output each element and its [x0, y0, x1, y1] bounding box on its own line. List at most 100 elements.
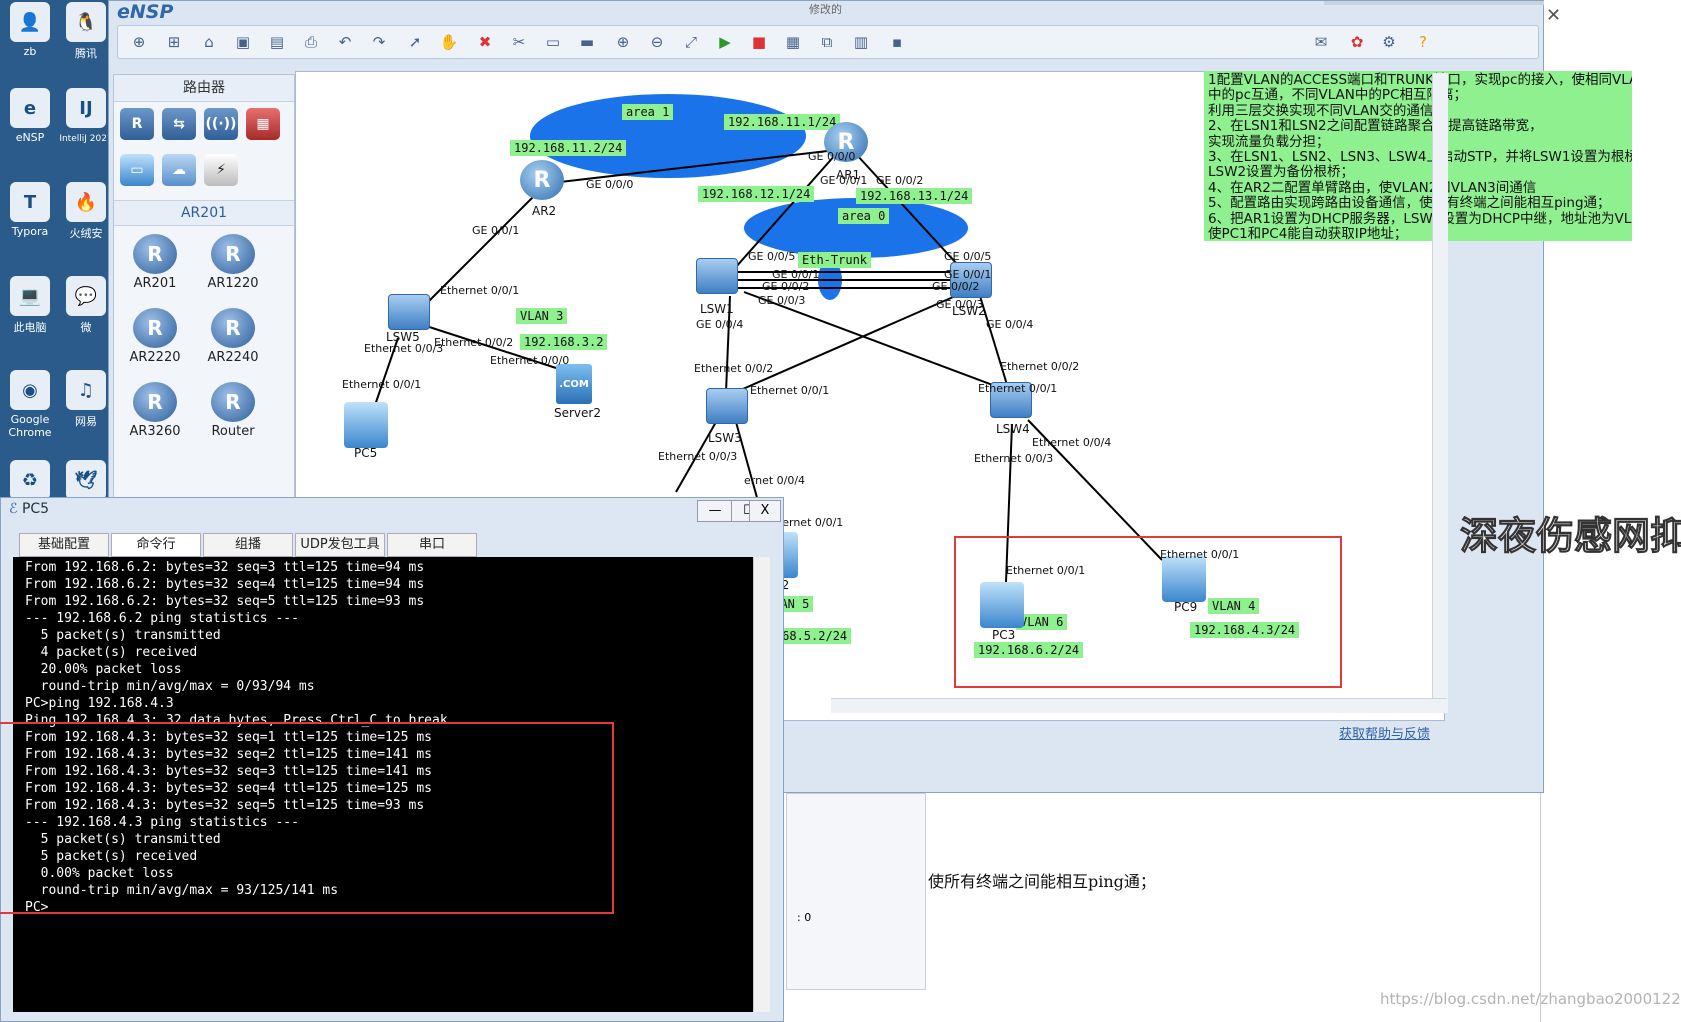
settings-icon[interactable]: ⚙	[1378, 31, 1400, 53]
intellij-icon: IJ	[66, 88, 106, 128]
router-category-icon[interactable]: R	[120, 108, 154, 140]
recycle-bin-icon: ♻	[10, 460, 50, 500]
device-router[interactable]: R Router	[198, 382, 268, 439]
cable-category-icon[interactable]: ⚡	[204, 154, 238, 186]
start-icon[interactable]: ▶	[714, 31, 736, 53]
port-label: GE 0/0/5	[944, 250, 992, 263]
area1-label: area 1	[622, 104, 674, 120]
device-ar3260[interactable]: R AR3260	[120, 382, 190, 439]
lsw5-switch-icon[interactable]	[388, 294, 430, 330]
terminal-line: From 192.168.6.2: bytes=32 seq=3 ttl=125…	[25, 560, 425, 575]
category-icons: R ⇆ ((·)) ▦ ▭ ☁ ⚡	[114, 102, 294, 200]
ar2-router-icon[interactable]: R	[520, 160, 564, 200]
area0-label: area 0	[838, 208, 890, 224]
help-icon[interactable]: ?	[1412, 31, 1434, 53]
ar2-ip-label: 192.168.11.2/24	[510, 140, 627, 156]
palette-icon[interactable]: ▬	[576, 31, 598, 53]
redo-icon[interactable]: ↷	[368, 31, 390, 53]
switch-category-icon[interactable]: ⇆	[162, 108, 196, 140]
port-label: Ethernet 0/0/0	[490, 354, 570, 367]
highlight-box	[954, 536, 1342, 688]
port-label: Ethernet 0/0/3	[364, 342, 444, 355]
save-as-icon[interactable]: ▤	[266, 31, 288, 53]
pc-category-icon[interactable]: ▭	[120, 154, 154, 186]
bird-icon: 🕊	[66, 460, 106, 500]
new-example-icon[interactable]: ⊞	[163, 31, 185, 53]
desktop-icon-tencent[interactable]: 🐧 腾讯	[58, 2, 114, 61]
document-text: 使所有终端之间能相互ping通；	[928, 872, 1156, 891]
minimize-button[interactable]: —	[697, 500, 733, 522]
zoom-in-icon[interactable]: ⊕	[612, 31, 634, 53]
desktop-icon-zb[interactable]: 👤 zb	[2, 2, 58, 58]
penguin-icon: 🐧	[66, 2, 106, 42]
ping-highlight-box	[0, 722, 614, 914]
canvas-vertical-scrollbar[interactable]	[1432, 73, 1448, 713]
desktop-icon-typora[interactable]: T Typora	[2, 182, 58, 238]
message-icon[interactable]: ✉	[1310, 31, 1332, 53]
desktop-icon-ensp[interactable]: e eNSP	[2, 88, 58, 144]
lsw1-switch-icon[interactable]	[696, 258, 738, 294]
desktop-icon-chrome[interactable]: ◉ Google Chrome	[2, 370, 58, 439]
requirements-note: 1配置VLAN的ACCESS端口和TRUNK端口，实现pc的接入，使相同VLAN…	[1204, 71, 1632, 241]
terminal-line: From 192.168.6.2: bytes=32 seq=5 ttl=125…	[25, 594, 425, 609]
tab-udp-tool[interactable]: UDP发包工具	[295, 533, 385, 557]
firewall-category-icon[interactable]: ▦	[246, 108, 280, 140]
terminal-line: PC>ping 192.168.4.3	[25, 696, 174, 711]
wireless-category-icon[interactable]: ((·))	[204, 108, 238, 140]
window-controls	[1324, 1, 1544, 5]
hand-icon[interactable]: ✋	[438, 31, 460, 53]
capture-icon[interactable]: ▦	[782, 31, 804, 53]
pc5-icon[interactable]	[344, 402, 388, 448]
device-ar201[interactable]: R AR201	[120, 234, 190, 291]
help-feedback-link[interactable]: 获取帮助与反馈	[1339, 723, 1430, 742]
save-icon[interactable]: ▣	[232, 31, 254, 53]
port-label: Ethernet 0/0/2	[1000, 360, 1080, 373]
print-icon[interactable]: ⎙	[300, 31, 322, 53]
delete-link-icon[interactable]: ✂	[508, 31, 530, 53]
server2-icon[interactable]: .COM	[556, 364, 592, 404]
stop-icon[interactable]: ■	[748, 31, 770, 53]
vlan3-label: VLAN 3	[516, 308, 568, 324]
huawei-icon[interactable]: ✿	[1346, 31, 1368, 53]
terminal-scrollbar[interactable]	[753, 557, 770, 1012]
toolbar: ⊕ ⊞ ⌂ ▣ ▤ ⎙ ↶ ↷ ➚ ✋ ✖ ✂ ▭ ▬ ⊕ ⊖ ⤢ ▶ ■ ▦ …	[117, 25, 1539, 59]
tab-multicast[interactable]: 组播	[203, 533, 293, 557]
topology-icon[interactable]: ⧉	[816, 31, 838, 53]
open-icon[interactable]: ⌂	[198, 31, 220, 53]
close-button[interactable]: X	[749, 500, 781, 522]
computer-icon: 💻	[10, 276, 50, 316]
desktop-icon-intellij[interactable]: IJ IntelliJ 2021	[58, 88, 114, 144]
lsw3-switch-icon[interactable]	[706, 388, 748, 424]
cloud-category-icon[interactable]: ☁	[162, 154, 196, 186]
typora-icon: T	[10, 182, 50, 222]
port-label: GE 0/0/2	[762, 280, 810, 293]
zoom-out-icon[interactable]: ⊖	[646, 31, 668, 53]
select-icon[interactable]: ➚	[404, 31, 426, 53]
close-icon[interactable]: ✕	[1546, 5, 1561, 26]
desktop-icon-wechat[interactable]: 💬 微	[58, 276, 114, 335]
router-icon: R	[211, 382, 255, 422]
undo-icon[interactable]: ↶	[334, 31, 356, 53]
canvas-horizontal-scrollbar[interactable]	[831, 698, 1447, 713]
device-ar2220[interactable]: R AR2220	[120, 308, 190, 365]
cli-icon[interactable]: ▪	[886, 31, 908, 53]
desktop-icon-huorong[interactable]: 🔥 火绒安	[58, 182, 114, 241]
tab-basic-config[interactable]: 基础配置	[19, 533, 109, 557]
terminal-line: 5 packet(s) transmitted	[25, 628, 221, 643]
tab-serial[interactable]: 串口	[387, 533, 477, 557]
grid-icon[interactable]: ▥	[850, 31, 872, 53]
desktop-icon-this-pc[interactable]: 💻 此电脑	[2, 276, 58, 335]
desktop-icon-netease[interactable]: ♫ 网易	[58, 370, 114, 429]
fit-icon[interactable]: ⤢	[680, 31, 702, 53]
device-ar2240[interactable]: R AR2240	[198, 308, 268, 365]
port-label: GE 0/0/1	[820, 174, 868, 187]
app-title: eNSP	[117, 1, 174, 23]
port-label: GE 0/0/3	[936, 298, 984, 311]
delete-icon[interactable]: ✖	[474, 31, 496, 53]
text-icon[interactable]: ▭	[542, 31, 564, 53]
router-icon: R	[133, 382, 177, 422]
user-icon: 👤	[10, 2, 50, 42]
tab-command-line[interactable]: 命令行	[111, 533, 201, 557]
device-ar1220[interactable]: R AR1220	[198, 234, 268, 291]
new-topology-icon[interactable]: ⊕	[128, 31, 150, 53]
